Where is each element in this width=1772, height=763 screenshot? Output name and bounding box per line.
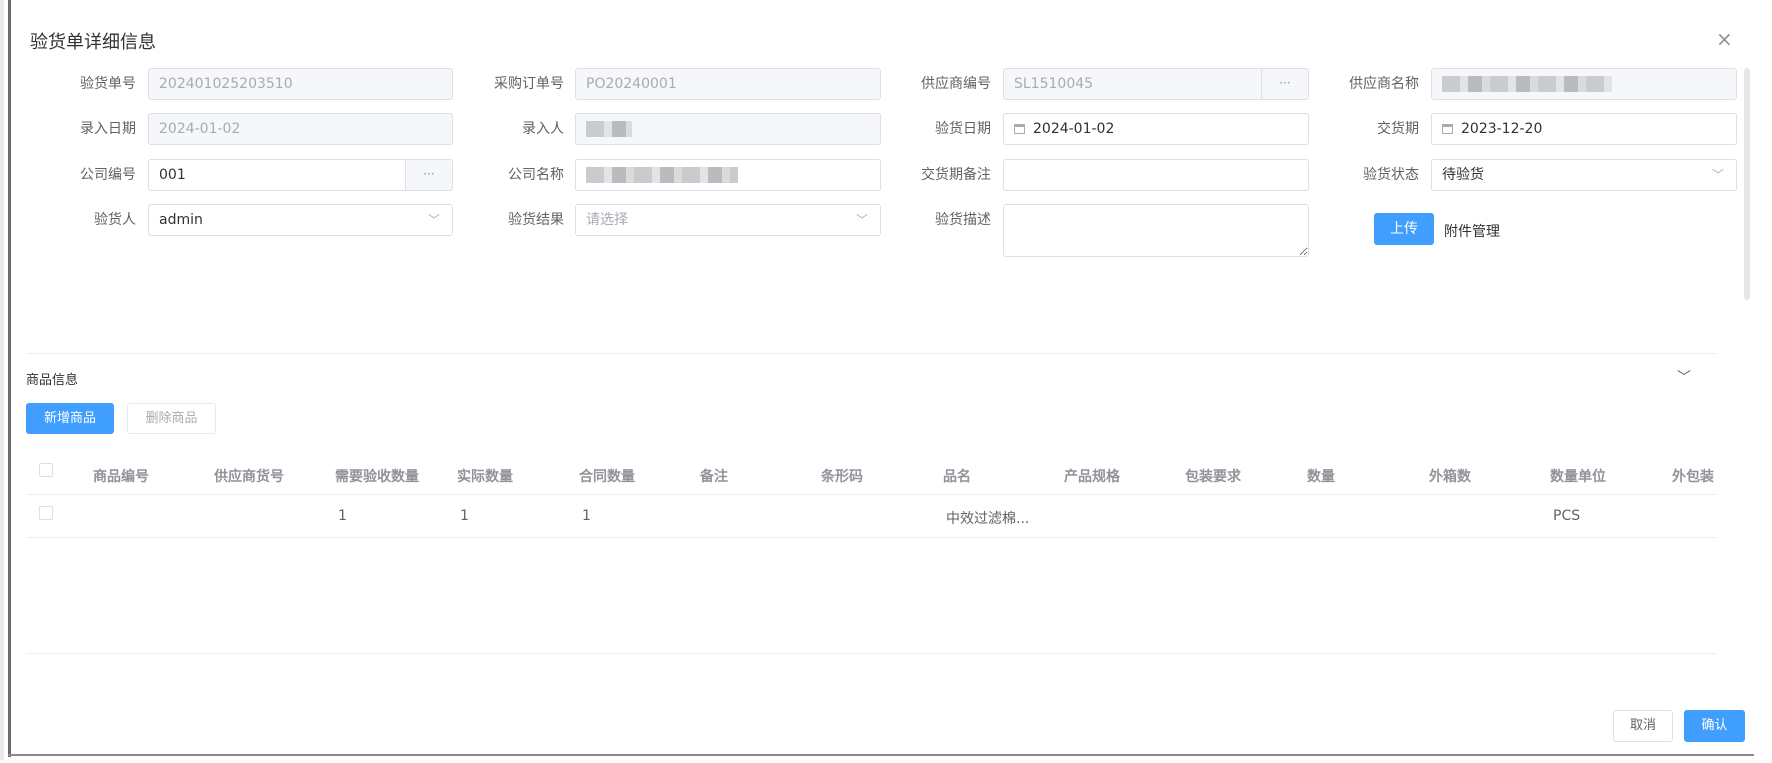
entry-date-label: 录入日期	[80, 121, 136, 137]
inspection-no-value: 202401025203510	[159, 76, 293, 92]
col-header[interactable]: 条形码	[821, 466, 863, 486]
redacted-entered-by	[586, 121, 632, 137]
chevron-down-icon: ﹀	[1711, 168, 1724, 182]
inspection-no-label: 验货单号	[80, 76, 136, 92]
goods-section-title: 商品信息	[26, 373, 79, 388]
col-header[interactable]: 产品规格	[1064, 466, 1120, 486]
po-no-field: PO20240001	[575, 68, 881, 100]
col-header[interactable]: 供应商货号	[214, 466, 284, 486]
cell-required-qty: 1	[338, 508, 347, 524]
row-checkbox[interactable]	[39, 506, 53, 520]
col-header[interactable]: 包装要求	[1185, 466, 1241, 486]
supplier-code-field: SL1510045 ···	[1003, 68, 1309, 100]
inspection-status-value: 待验货	[1442, 167, 1484, 183]
vertical-scrollbar[interactable]	[1744, 68, 1750, 300]
company-name-field[interactable]	[575, 159, 881, 191]
table-clip-edge	[1716, 448, 1772, 538]
chevron-down-icon[interactable]: ﹀	[1677, 367, 1691, 387]
cell-unit: PCS	[1553, 508, 1581, 524]
calendar-icon	[1014, 124, 1025, 134]
supplier-name-field	[1431, 68, 1737, 100]
col-header[interactable]: 数量	[1307, 466, 1335, 486]
inspection-result-label: 验货结果	[508, 212, 564, 228]
add-goods-button[interactable]: 新增商品	[26, 403, 114, 434]
delivery-note-input[interactable]	[1003, 159, 1309, 191]
col-header[interactable]: 数量单位	[1550, 466, 1606, 486]
select-all-checkbox[interactable]	[39, 463, 53, 477]
inspection-result-placeholder: 请选择	[586, 212, 628, 228]
table-header-divider	[26, 494, 1716, 495]
chevron-down-icon: ﹀	[427, 213, 440, 227]
col-header[interactable]: 商品编号	[93, 466, 149, 486]
col-header[interactable]: 外包装	[1672, 466, 1714, 486]
cell-product-name: 中效过滤棉...	[946, 511, 1030, 527]
inspection-status-select[interactable]: 待验货 ﹀	[1431, 159, 1737, 191]
po-no-label: 采购订单号	[494, 76, 564, 92]
confirm-button[interactable]: 确认	[1684, 710, 1745, 742]
table-row-divider	[26, 537, 1716, 538]
inspection-date-picker[interactable]: 2024-01-02	[1003, 113, 1309, 145]
close-icon[interactable]: ×	[1716, 29, 1733, 49]
window-left-edge	[0, 0, 4, 760]
col-header[interactable]: 合同数量	[579, 466, 635, 486]
supplier-code-value: SL1510045	[1014, 76, 1094, 92]
inspection-desc-label: 验货描述	[935, 212, 991, 228]
delivery-date-label: 交货期	[1377, 121, 1419, 137]
window-bottom-border	[8, 754, 1754, 756]
col-header[interactable]: 外箱数	[1429, 466, 1471, 486]
redacted-supplier-name	[1442, 76, 1612, 92]
chevron-down-icon: ﹀	[855, 213, 868, 227]
company-name-label: 公司名称	[508, 167, 564, 183]
cell-actual-qty: 1	[460, 508, 469, 524]
col-header[interactable]: 备注	[700, 466, 728, 486]
attachment-management-link[interactable]: 附件管理	[1444, 221, 1500, 241]
company-code-value: 001	[159, 167, 186, 183]
section-divider	[26, 353, 1716, 354]
dialog-title: 验货单详细信息	[30, 32, 156, 53]
delete-goods-button[interactable]: 删除商品	[127, 403, 216, 434]
table-bottom-divider	[26, 653, 1716, 654]
col-header[interactable]: 需要验收数量	[335, 466, 419, 486]
supplier-lookup-button[interactable]: ···	[1261, 69, 1308, 99]
inspection-status-label: 验货状态	[1363, 167, 1419, 183]
company-code-field[interactable]: 001 ···	[148, 159, 453, 191]
inspection-result-select[interactable]: 请选择 ﹀	[575, 204, 881, 236]
inspection-desc-textarea[interactable]	[1003, 204, 1309, 257]
redacted-company-name	[586, 167, 738, 183]
company-lookup-button[interactable]: ···	[405, 160, 452, 190]
col-header[interactable]: 实际数量	[457, 466, 513, 486]
supplier-code-label: 供应商编号	[921, 76, 991, 92]
company-code-label: 公司编号	[80, 167, 136, 183]
inspector-label: 验货人	[94, 212, 136, 228]
delivery-date-picker[interactable]: 2023-12-20	[1431, 113, 1737, 145]
upload-button[interactable]: 上传	[1374, 213, 1434, 245]
inspection-no-field: 202401025203510	[148, 68, 453, 100]
supplier-name-label: 供应商名称	[1349, 76, 1419, 92]
entered-by-field	[575, 113, 881, 145]
cancel-button[interactable]: 取消	[1613, 710, 1673, 742]
po-no-value: PO20240001	[586, 76, 677, 92]
inspector-value: admin	[159, 212, 203, 228]
inspector-select[interactable]: admin ﹀	[148, 204, 453, 236]
inspection-date-label: 验货日期	[935, 121, 991, 137]
inspection-date-value: 2024-01-02	[1033, 121, 1115, 137]
delivery-date-value: 2023-12-20	[1461, 121, 1543, 137]
entry-date-field: 2024-01-02	[148, 113, 453, 145]
entered-by-label: 录入人	[522, 121, 564, 137]
delivery-note-label: 交货期备注	[921, 167, 991, 183]
window-border	[8, 0, 11, 757]
col-header[interactable]: 品名	[943, 466, 971, 486]
cell-contract-qty: 1	[582, 508, 591, 524]
entry-date-value: 2024-01-02	[159, 121, 241, 137]
calendar-icon	[1442, 124, 1453, 134]
